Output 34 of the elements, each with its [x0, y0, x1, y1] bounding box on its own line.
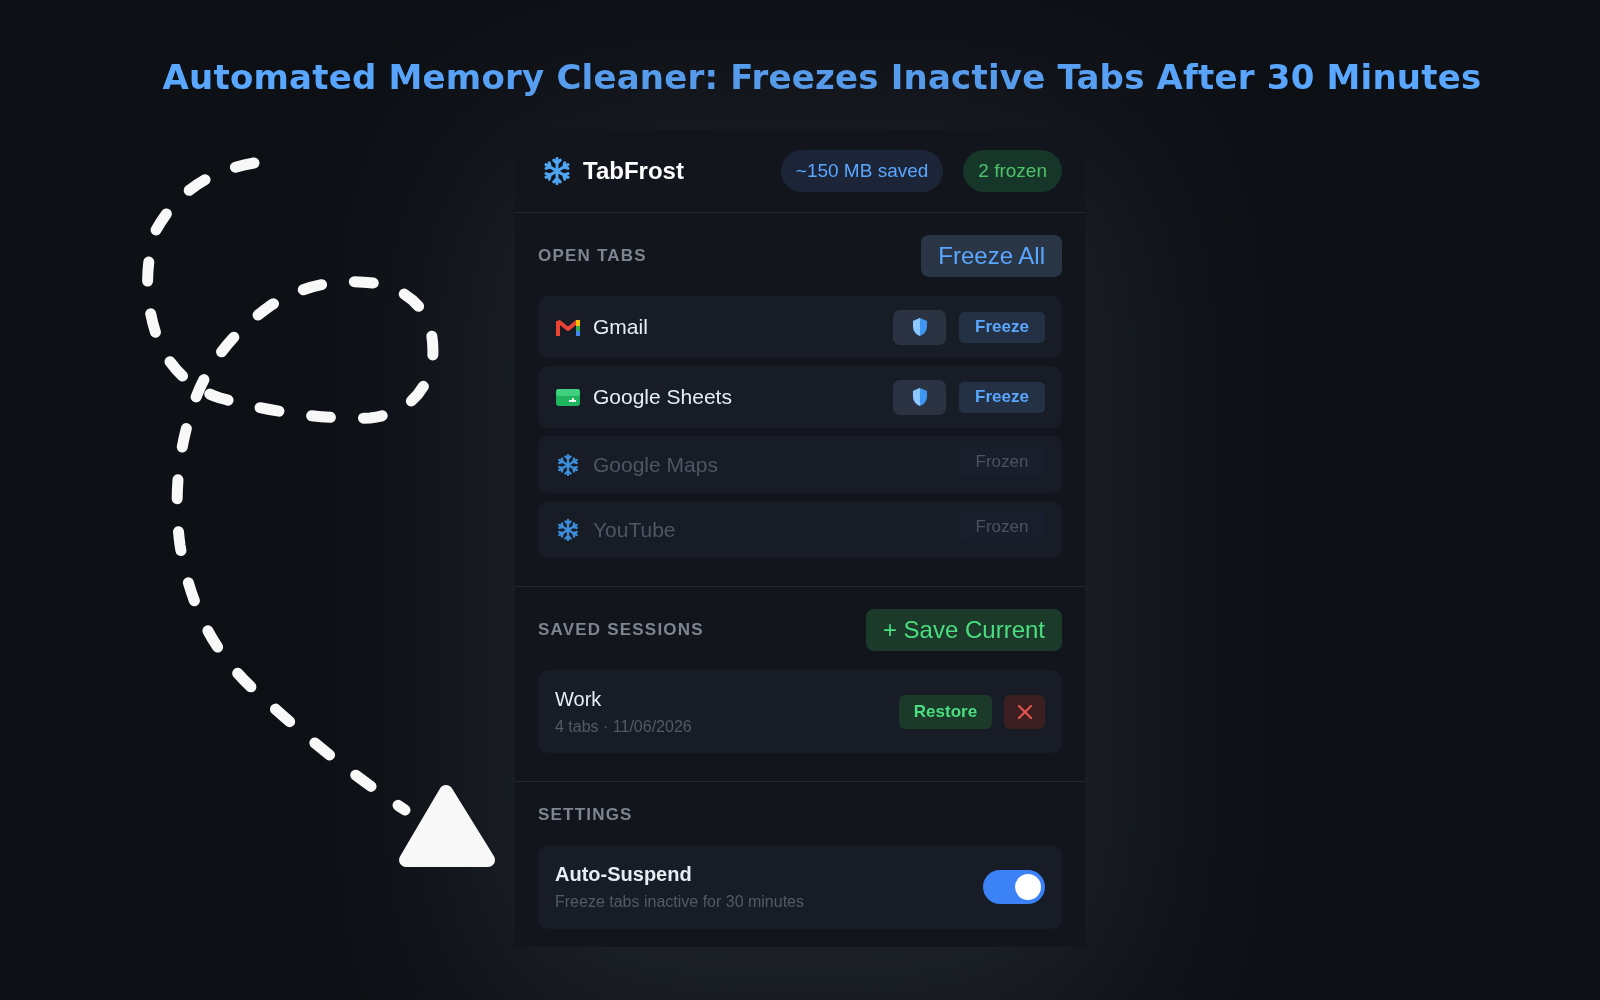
freeze-button[interactable]: Freeze	[959, 311, 1045, 343]
section-heading: SAVED SESSIONS	[538, 619, 704, 641]
stat-badge: ~150 MB saved	[780, 150, 944, 192]
headline-text: Automated Memory Cleaner: Freezes Inactive Tabs After 30 Minutes	[161, 57, 1483, 97]
toggle-switch[interactable]	[983, 870, 1045, 904]
save-session-button[interactable]: + Save Current	[865, 609, 1062, 651]
setting-label: Auto-Suspend	[555, 863, 693, 886]
freeze-button[interactable]: Freeze	[959, 381, 1045, 413]
tab-row[interactable]: Gmail Freeze	[538, 296, 1062, 358]
stat-badge: 2 frozen	[963, 150, 1062, 192]
shield-button[interactable]	[893, 309, 946, 345]
close-icon	[1016, 703, 1033, 720]
delete-button[interactable]	[1004, 694, 1045, 729]
snowflake-icon	[557, 518, 579, 541]
tab-title: YouTube	[593, 517, 676, 542]
shield-icon	[911, 317, 928, 337]
tab-title: Google Sheets	[593, 385, 732, 409]
section-heading: OPEN TABS	[538, 245, 647, 267]
freeze-all-button[interactable]: Freeze All	[921, 235, 1062, 277]
sheet-icon	[556, 388, 580, 406]
session-details: 4 tabs · 11/06/2026	[555, 717, 692, 736]
restore-button[interactable]: Restore	[899, 694, 992, 729]
tab-row[interactable]: Google Sheets Freeze	[538, 366, 1062, 428]
section-heading: SETTINGS	[538, 804, 633, 826]
tab-title: Google Maps	[593, 452, 718, 477]
setting-description: Freeze tabs inactive for 30 minutes	[555, 893, 804, 911]
shield-button[interactable]	[893, 379, 946, 415]
tab-title: Gmail	[593, 315, 648, 339]
app-title: TabFrost	[583, 157, 684, 185]
session-name: Work	[555, 687, 603, 711]
snowflake-icon	[557, 453, 579, 476]
shield-icon	[911, 387, 928, 407]
snowflake-icon	[543, 157, 571, 185]
m-logo-icon	[555, 317, 581, 337]
